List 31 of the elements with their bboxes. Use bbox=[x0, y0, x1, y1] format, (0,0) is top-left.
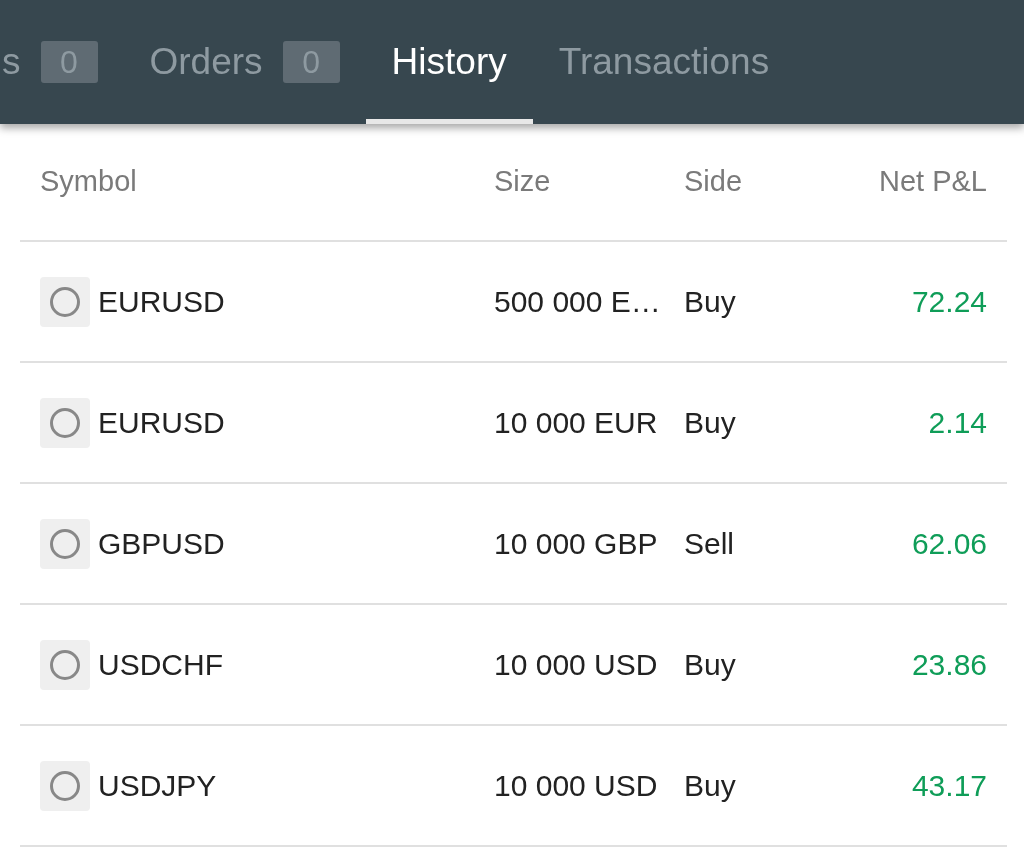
symbol-text: USDCHF bbox=[98, 647, 223, 683]
radio-button[interactable] bbox=[40, 518, 90, 569]
net-pl-value: 2.14 bbox=[928, 406, 987, 439]
tab[interactable]: History bbox=[365, 0, 533, 124]
size-text: 10 000 USD bbox=[494, 648, 658, 681]
symbol-text: EURUSD bbox=[98, 284, 225, 320]
side-text: Sell bbox=[684, 527, 735, 560]
side-text: Buy bbox=[684, 406, 736, 439]
net-pl-value: 72.24 bbox=[911, 285, 987, 318]
side-text: Buy bbox=[684, 648, 736, 681]
symbol-text: EURUSD bbox=[98, 405, 225, 441]
radio-button[interactable] bbox=[40, 639, 90, 690]
net-pl-value: 62.06 bbox=[911, 527, 987, 560]
tab[interactable]: Transactions bbox=[532, 0, 796, 124]
net-pl-value: 23.86 bbox=[911, 648, 987, 681]
radio-button[interactable] bbox=[40, 760, 90, 811]
column-header: Size bbox=[494, 165, 551, 198]
symbol-text: USDJPY bbox=[98, 768, 217, 804]
size-text: 10 000 GBP bbox=[494, 527, 658, 560]
symbol-text: GBPUSD bbox=[98, 526, 225, 562]
radio-button[interactable] bbox=[40, 397, 90, 448]
column-header: Symbol bbox=[40, 164, 137, 200]
size-text: 500 000 E… bbox=[494, 285, 661, 318]
net-pl-value: 43.17 bbox=[911, 769, 987, 802]
side-text: Buy bbox=[684, 285, 736, 318]
radio-button[interactable] bbox=[40, 276, 90, 327]
column-header: Side bbox=[684, 165, 743, 198]
side-text: Buy bbox=[684, 769, 736, 802]
column-header: Net P&L bbox=[879, 165, 987, 198]
size-text: 10 000 USD bbox=[494, 769, 658, 802]
size-text: 10 000 EUR bbox=[494, 406, 658, 439]
